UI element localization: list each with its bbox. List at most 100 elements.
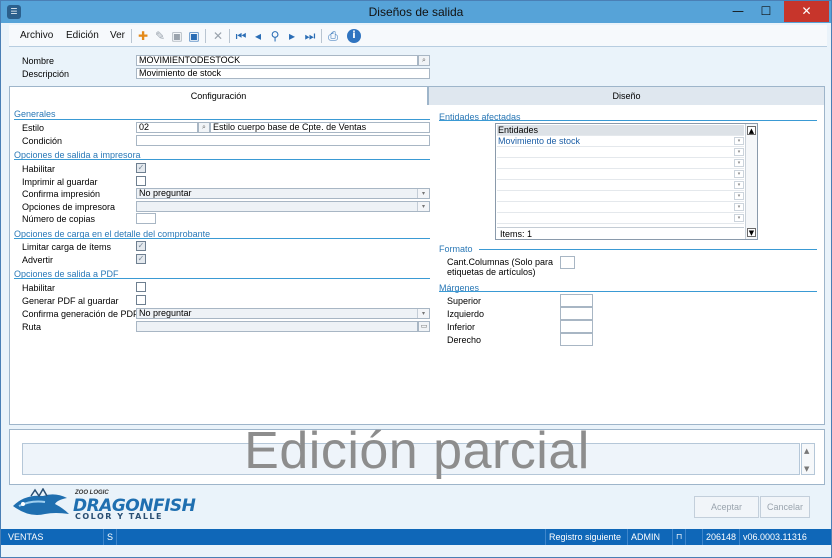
- menu-ver[interactable]: Ver: [110, 30, 125, 41]
- confirma-impresion-select[interactable]: No preguntar ▾: [136, 188, 430, 199]
- habilitar-impresora-label: Habilitar: [22, 164, 56, 174]
- ruta-input[interactable]: [136, 321, 418, 332]
- toolbar-separator: [229, 29, 230, 43]
- generar-pdf-checkbox[interactable]: [136, 295, 146, 305]
- chevron-down-icon[interactable]: ▾: [734, 170, 744, 178]
- columnas-input[interactable]: [560, 256, 575, 269]
- list-item[interactable]: ▾: [497, 180, 744, 191]
- limitar-carga-checkbox[interactable]: ✓: [136, 241, 146, 251]
- cancel-button[interactable]: Cancelar: [760, 496, 810, 518]
- status-version: v06.0003.11316: [743, 532, 807, 542]
- list-item[interactable]: ▾: [497, 191, 744, 202]
- section-divider: [479, 249, 817, 250]
- section-generales: Generales: [14, 109, 56, 119]
- list-item[interactable]: Movimiento de stock ▾: [497, 136, 744, 147]
- margen-derecho-label: Derecho: [447, 335, 482, 345]
- preview-icon[interactable]: ⎙: [325, 28, 341, 44]
- maximize-button[interactable]: ☐: [753, 1, 779, 22]
- habilitar-impresora-checkbox[interactable]: ✓: [136, 163, 146, 173]
- habilitar-pdf-checkbox[interactable]: [136, 282, 146, 292]
- status-spacer: [117, 529, 546, 545]
- advertir-label: Advertir: [22, 255, 54, 265]
- search-icon[interactable]: ⚲: [267, 28, 283, 44]
- imprimir-guardar-checkbox[interactable]: [136, 176, 146, 186]
- close-button[interactable]: ✕: [784, 1, 829, 22]
- delete-icon[interactable]: ✕: [210, 28, 226, 44]
- confirma-pdf-label: Confirma generación de PDF: [22, 309, 139, 319]
- menu-archivo[interactable]: Archivo: [20, 30, 53, 41]
- entidades-list[interactable]: Entidades Movimiento de stock ▾ ▾ ▾ ▾ ▾ ▾…: [495, 123, 758, 240]
- margen-izquierdo-input[interactable]: [560, 307, 593, 320]
- status-id: 206148: [703, 529, 740, 545]
- numero-copias-label: Número de copias: [22, 214, 96, 224]
- list-item[interactable]: ▾: [497, 158, 744, 169]
- condicion-input[interactable]: [136, 135, 430, 146]
- folder-icon[interactable]: ▭: [418, 321, 430, 332]
- chevron-down-icon[interactable]: ▾: [734, 137, 744, 145]
- chevron-down-icon[interactable]: ▾: [734, 159, 744, 167]
- edit-icon[interactable]: ✎: [152, 28, 168, 44]
- save-as-icon[interactable]: ▣: [186, 28, 202, 44]
- status-user: ADMIN: [628, 529, 673, 545]
- list-item[interactable]: ▾: [497, 147, 744, 158]
- toolbar-separator: [131, 29, 132, 43]
- add-icon[interactable]: ✚: [135, 28, 151, 44]
- nombre-label: Nombre: [22, 56, 55, 66]
- margen-inferior-input[interactable]: [560, 320, 593, 333]
- accept-button[interactable]: Aceptar: [694, 496, 759, 518]
- section-divider: [439, 120, 817, 121]
- edicion-parcial-watermark: Edición parcial: [244, 422, 590, 480]
- list-item[interactable]: ▾: [497, 202, 744, 213]
- scroll-down-icon[interactable]: ▼: [747, 228, 756, 237]
- nombre-input[interactable]: MOVIMIENTODESTOCK: [136, 55, 418, 66]
- chevron-down-icon[interactable]: ▾: [734, 192, 744, 200]
- nombre-lookup-icon[interactable]: ⌕: [418, 55, 430, 66]
- save-icon[interactable]: ▣: [169, 28, 185, 44]
- margen-derecho-input[interactable]: [560, 333, 593, 346]
- chevron-down-icon[interactable]: ▾: [417, 202, 429, 211]
- info-icon[interactable]: i: [347, 29, 361, 43]
- confirma-pdf-value: No preguntar: [139, 308, 192, 318]
- next-record-icon[interactable]: ▸: [284, 28, 300, 44]
- descripcion-input[interactable]: Movimiento de stock: [136, 68, 430, 79]
- advertir-checkbox[interactable]: ✓: [136, 254, 146, 264]
- menu-edicion[interactable]: Edición: [66, 30, 99, 41]
- chevron-down-icon[interactable]: ▾: [734, 181, 744, 189]
- estilo-label: Estilo: [22, 123, 45, 133]
- section-formato: Formato: [439, 244, 473, 254]
- status-s: S: [104, 529, 117, 545]
- last-record-icon[interactable]: ⏭: [302, 28, 318, 44]
- list-item[interactable]: ▾: [497, 213, 744, 224]
- main-window: ☰ Diseños de salida — ☐ ✕ Archivo Edició…: [0, 0, 832, 558]
- chevron-down-icon[interactable]: ▾: [734, 203, 744, 211]
- chevron-down-icon[interactable]: ▾: [417, 189, 429, 198]
- window-title: Diseños de salida: [368, 5, 464, 19]
- margen-izquierdo-label: Izquierdo: [447, 309, 485, 319]
- chevron-down-icon[interactable]: ▾: [734, 214, 744, 222]
- confirma-impresion-value: No preguntar: [139, 188, 192, 198]
- estilo-lookup-icon[interactable]: ⌕: [198, 122, 210, 133]
- condicion-label: Condición: [22, 136, 63, 146]
- confirma-pdf-select[interactable]: No preguntar ▾: [136, 308, 430, 319]
- entidades-items-count: Items: 1: [497, 227, 744, 239]
- chevron-down-icon[interactable]: ▾: [734, 148, 744, 156]
- section-divider: [14, 119, 430, 120]
- tab-diseno[interactable]: Diseño: [428, 86, 825, 106]
- first-record-icon[interactable]: ⏮: [233, 28, 249, 44]
- estilo-code-input[interactable]: 02: [136, 122, 198, 133]
- minimize-button[interactable]: —: [725, 1, 751, 22]
- margen-superior-input[interactable]: [560, 294, 593, 307]
- section-divider: [14, 159, 430, 160]
- list-item-label: Movimiento de stock: [498, 136, 581, 146]
- entidades-scrollbar[interactable]: ▲ ▼: [745, 124, 757, 239]
- list-item[interactable]: ▾: [497, 169, 744, 180]
- tab-configuracion[interactable]: Configuración: [9, 86, 428, 106]
- chevron-down-icon[interactable]: ▾: [417, 309, 429, 318]
- imprimir-guardar-label: Imprimir al guardar: [22, 177, 98, 187]
- menu-toolbar-bar: Archivo Edición Ver ✚ ✎ ▣ ▣ ✕ ⏮ ◂ ⚲ ▸ ⏭ …: [9, 25, 827, 47]
- limitar-carga-label: Limitar carga de ítems: [22, 242, 112, 252]
- previous-record-icon[interactable]: ◂: [250, 28, 266, 44]
- scroll-up-icon[interactable]: ▲: [747, 126, 756, 135]
- opciones-impresora-select[interactable]: ▾: [136, 201, 430, 212]
- numero-copias-input[interactable]: [136, 213, 156, 224]
